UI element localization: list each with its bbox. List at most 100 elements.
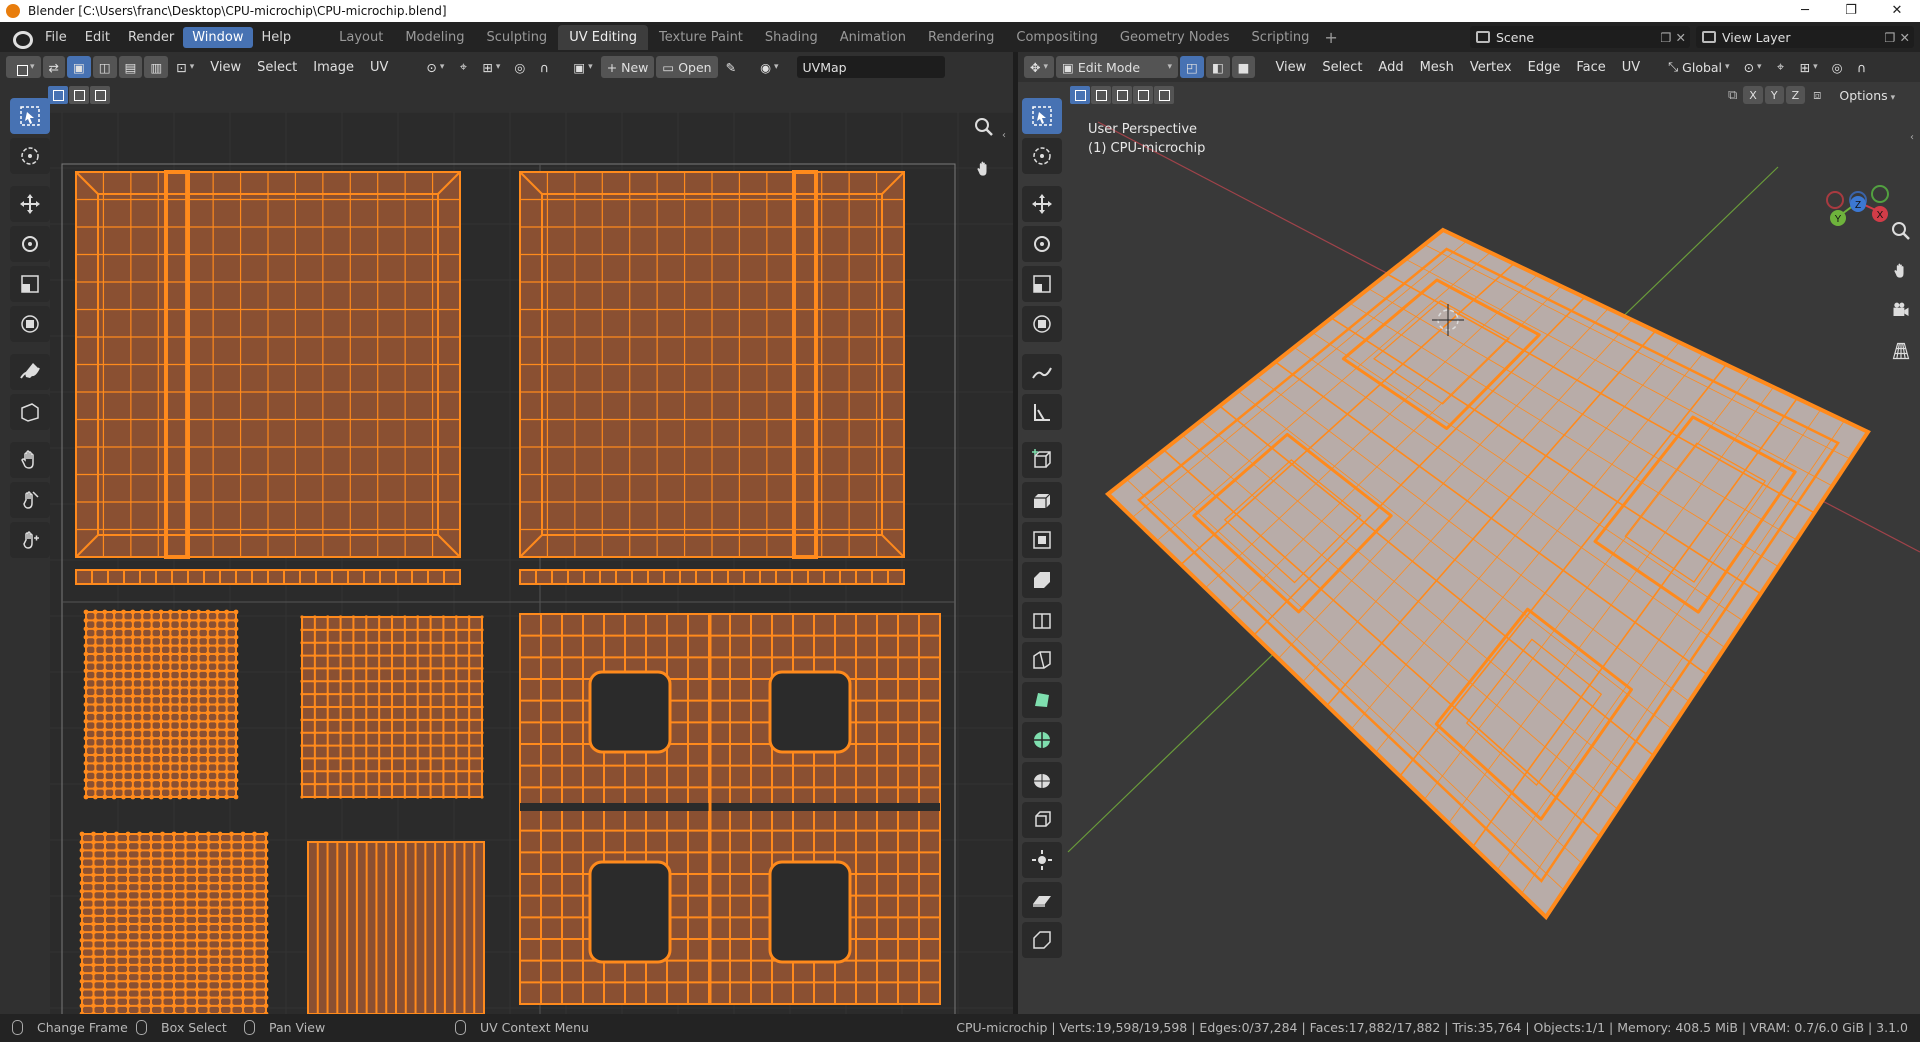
- tab-shading[interactable]: Shading: [754, 25, 829, 50]
- copy-view-layer-icon[interactable]: ❐ ✕: [1884, 30, 1910, 45]
- uv-island: [75, 569, 461, 585]
- snap-button[interactable]: ⌖: [452, 56, 474, 78]
- mesh-surface: [1104, 227, 1871, 921]
- copy-scene-icon[interactable]: ❐ ✕: [1660, 30, 1686, 45]
- status-box-select: Box Select: [136, 1020, 227, 1035]
- transform-tool[interactable]: [10, 306, 50, 342]
- tab-texture-paint[interactable]: Texture Paint: [648, 25, 754, 50]
- uv-island: [75, 170, 461, 559]
- island-select-button[interactable]: ▥: [144, 56, 169, 78]
- uv-menu-view[interactable]: View: [202, 60, 249, 75]
- pivot-point-button[interactable]: ⊙ ▾: [420, 56, 450, 78]
- face-select-button[interactable]: ▤: [118, 56, 143, 78]
- tab-modeling[interactable]: Modeling: [394, 25, 475, 50]
- minimize-button[interactable]: ─: [1782, 0, 1828, 22]
- tab-compositing[interactable]: Compositing: [1005, 25, 1109, 50]
- top-menu-bar: File Edit Render Window Help Layout Mode…: [0, 22, 1920, 52]
- box-select-label: Box Select: [161, 1020, 227, 1035]
- uv-menu-image[interactable]: Image: [305, 60, 362, 75]
- pan-view-icon[interactable]: [969, 154, 999, 184]
- maximize-button[interactable]: ❐: [1828, 0, 1874, 22]
- status-pan-view: Pan View: [244, 1020, 325, 1035]
- uv-canvas[interactable]: [50, 112, 1013, 1014]
- gizmo-y-label: Y: [1835, 214, 1842, 225]
- perspective-toggle-icon[interactable]: [1886, 336, 1916, 366]
- vertex-select-button[interactable]: ▣: [67, 56, 91, 78]
- cursor-tool[interactable]: [10, 138, 50, 174]
- tab-rendering[interactable]: Rendering: [917, 25, 1005, 50]
- view-layer-icon: [1702, 31, 1716, 43]
- uv-island: [83, 609, 239, 800]
- grab-tool[interactable]: [10, 442, 50, 478]
- move-tool[interactable]: [10, 186, 50, 222]
- snap-target-button[interactable]: ⊞ ▾: [476, 56, 506, 78]
- scene-name: Scene: [1496, 29, 1535, 45]
- annotate-tool[interactable]: [10, 354, 50, 390]
- select-subtract-icon[interactable]: [90, 86, 110, 104]
- new-image-button[interactable]: + New: [600, 56, 655, 78]
- open-image-button[interactable]: ▭ Open: [656, 56, 718, 78]
- vp-sidebar-toggle-icon[interactable]: ‹: [1910, 132, 1914, 143]
- vp-zoom-icon[interactable]: [1886, 216, 1916, 246]
- uvmap-field[interactable]: UVMap: [796, 56, 945, 78]
- rotate-tool[interactable]: [10, 226, 50, 262]
- uv-toolbar: [10, 98, 54, 562]
- select-box-tool[interactable]: [10, 98, 50, 134]
- menu-help[interactable]: Help: [253, 27, 301, 48]
- new-image-label: New: [621, 59, 649, 75]
- uv-context-label: UV Context Menu: [480, 1020, 589, 1035]
- select-extend-icon[interactable]: [69, 86, 89, 104]
- gizmo-neg-z: [1871, 185, 1889, 203]
- uv-island: [519, 569, 905, 585]
- tab-layout[interactable]: Layout: [328, 25, 394, 50]
- proportional-edit-button[interactable]: ◎: [508, 56, 531, 78]
- tab-uv-editing[interactable]: UV Editing: [558, 24, 649, 50]
- gizmo-z-label: Z: [1855, 200, 1861, 211]
- tab-animation[interactable]: Animation: [829, 25, 917, 50]
- status-change-frame: Change Frame: [12, 1020, 128, 1035]
- overlay-button[interactable]: ◉ ▾: [754, 56, 784, 78]
- camera-view-icon[interactable]: [1886, 296, 1916, 326]
- mouse-left-icon: [12, 1020, 23, 1035]
- menu-render[interactable]: Render: [119, 27, 183, 48]
- scene-selector[interactable]: Scene ❐ ✕: [1470, 26, 1690, 48]
- uv-island: [79, 831, 269, 1014]
- rip-region-tool[interactable]: [10, 394, 50, 430]
- mouse-drag-icon: [136, 1020, 147, 1035]
- scene-icon: [1476, 31, 1490, 43]
- sidebar-toggle-icon[interactable]: ‹: [1002, 130, 1006, 141]
- viewport-overlay-info: User Perspective (1) CPU-microchip: [1088, 122, 1205, 156]
- pinch-tool[interactable]: [10, 522, 50, 558]
- gizmo-x-label: X: [1877, 210, 1884, 221]
- viewport-canvas[interactable]: [1018, 52, 1920, 1014]
- vp-pan-icon[interactable]: [1886, 256, 1916, 286]
- sticky-select-button[interactable]: ⊡ ▾: [170, 56, 200, 78]
- view-layer-name: View Layer: [1722, 29, 1791, 45]
- add-workspace-button[interactable]: +: [1324, 28, 1337, 47]
- relax-tool[interactable]: [10, 482, 50, 518]
- tab-geometry-nodes[interactable]: Geometry Nodes: [1109, 25, 1241, 50]
- menu-file[interactable]: File: [36, 27, 76, 48]
- view-layer-selector[interactable]: View Layer ❐ ✕: [1696, 26, 1914, 48]
- menu-window[interactable]: Window: [183, 26, 253, 48]
- uv-sync-selection-button[interactable]: ⇄: [42, 56, 66, 78]
- gizmo-neg-x: [1826, 191, 1844, 209]
- editor-type-button[interactable]: ▾: [6, 56, 41, 78]
- edge-select-button[interactable]: ◫: [92, 56, 117, 78]
- tab-sculpting[interactable]: Sculpting: [475, 25, 558, 50]
- menu-edit[interactable]: Edit: [76, 27, 119, 48]
- tab-scripting[interactable]: Scripting: [1241, 25, 1321, 50]
- uv-select-mode-bar: [48, 84, 111, 106]
- perspective-label: User Perspective: [1088, 122, 1198, 137]
- scale-tool[interactable]: [10, 266, 50, 302]
- zoom-view-icon[interactable]: [969, 112, 999, 142]
- pin-icon[interactable]: ✎: [720, 56, 742, 78]
- uv-menu-uv[interactable]: UV: [362, 60, 396, 75]
- pan-view-label: Pan View: [269, 1020, 326, 1035]
- blender-menu-icon[interactable]: [10, 27, 33, 49]
- close-button[interactable]: ✕: [1874, 0, 1920, 22]
- falloff-button[interactable]: ∩: [533, 56, 555, 78]
- uv-menu-select[interactable]: Select: [249, 60, 305, 75]
- uv-editor: ▾ ⇄ ▣ ◫ ▤ ▥ ⊡ ▾ View Select Image UV ⊙ ▾ ⌖…: [0, 52, 1013, 1014]
- image-browse-button[interactable]: ▣ ▾: [567, 56, 598, 78]
